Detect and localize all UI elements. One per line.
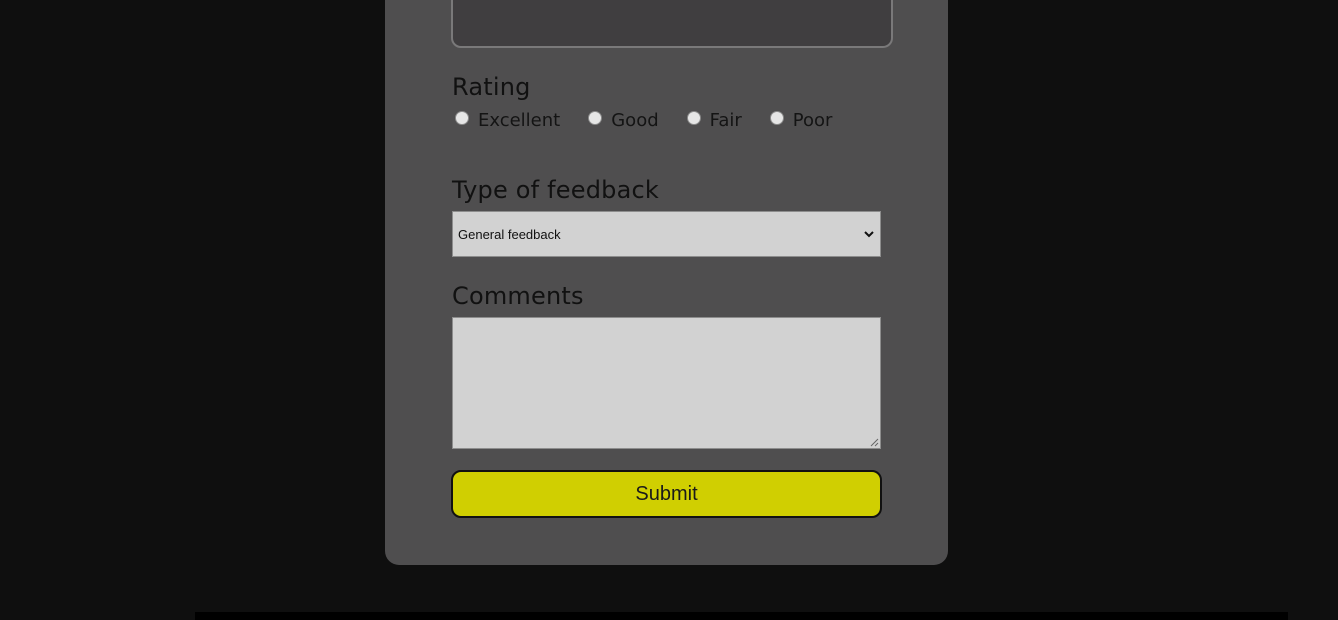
rating-option-label: Excellent bbox=[478, 109, 561, 131]
rating-option-poor[interactable]: Poor bbox=[769, 109, 833, 131]
radio-icon[interactable] bbox=[769, 111, 784, 125]
comments-textarea[interactable] bbox=[452, 317, 881, 449]
feedback-type-select[interactable]: General feedback bbox=[452, 211, 881, 257]
radio-icon[interactable] bbox=[588, 111, 603, 125]
resize-grip-icon[interactable] bbox=[869, 437, 879, 447]
chevron-down-icon bbox=[864, 231, 874, 238]
feedback-type-selected-value: General feedback bbox=[458, 226, 561, 242]
comments-label: Comments bbox=[452, 282, 584, 310]
rating-radio-group: Excellent Good Fair Poor bbox=[455, 108, 860, 132]
rating-option-good[interactable]: Good bbox=[588, 109, 659, 131]
rating-option-label: Good bbox=[611, 109, 659, 131]
submit-button-label: Submit bbox=[635, 482, 698, 505]
rating-option-fair[interactable]: Fair bbox=[686, 109, 742, 131]
radio-icon[interactable] bbox=[686, 111, 701, 125]
rating-label: Rating bbox=[452, 73, 531, 101]
page: Rating Excellent Good Fair Poor Type of … bbox=[0, 0, 1338, 620]
previous-input-field[interactable] bbox=[451, 0, 893, 48]
feedback-type-label: Type of feedback bbox=[452, 176, 659, 204]
rating-option-label: Fair bbox=[709, 109, 742, 131]
rating-option-excellent[interactable]: Excellent bbox=[455, 110, 560, 131]
radio-icon[interactable] bbox=[455, 111, 469, 125]
rating-option-label: Poor bbox=[792, 109, 833, 131]
footer bbox=[195, 612, 1288, 620]
submit-button[interactable]: Submit bbox=[451, 470, 882, 518]
